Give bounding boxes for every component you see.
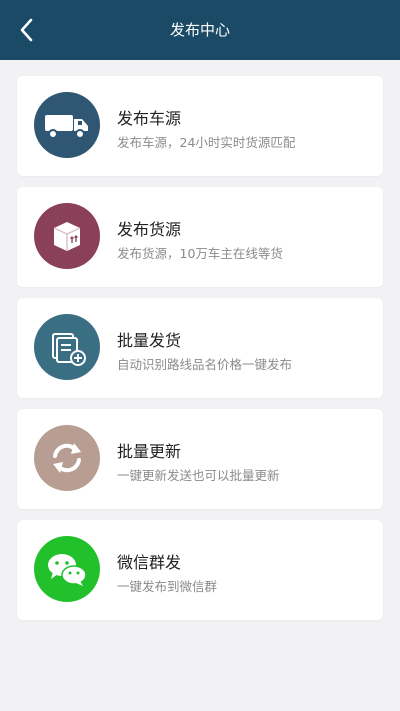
card-description: 一键更新发送也可以批量更新 <box>117 468 280 483</box>
card-description: 发布车源，24小时实时货源匹配 <box>117 135 296 150</box>
card-title: 发布车源 <box>117 109 182 128</box>
batch-ship-card[interactable]: 批量发货 自动识别路线品名价格一键发布 <box>17 298 383 398</box>
truck-icon <box>34 92 100 158</box>
document-add-icon <box>34 314 100 380</box>
card-title: 发布货源 <box>117 220 182 239</box>
box-icon <box>34 203 100 269</box>
card-description: 自动识别路线品名价格一键发布 <box>117 357 293 372</box>
refresh-icon <box>34 425 100 491</box>
card-title: 批量发货 <box>117 331 182 350</box>
page-title: 发布中心 <box>169 21 230 39</box>
publish-cargo-card[interactable]: 发布货源 发布货源，10万车主在线等货 <box>17 187 383 287</box>
top-navigation-bar: 发布中心 <box>0 0 400 60</box>
batch-update-card[interactable]: 批量更新 一键更新发送也可以批量更新 <box>17 409 383 509</box>
card-description: 发布货源，10万车主在线等货 <box>117 246 283 261</box>
publish-options-list: 发布车源 发布车源，24小时实时货源匹配 发布货源 发布货源，10万车主在线等货 <box>17 76 383 631</box>
card-title: 批量更新 <box>117 442 182 461</box>
publish-vehicle-card[interactable]: 发布车源 发布车源，24小时实时货源匹配 <box>17 76 383 176</box>
wechat-icon <box>34 536 100 602</box>
card-title: 微信群发 <box>117 553 182 572</box>
wechat-broadcast-card[interactable]: 微信群发 一键发布到微信群 <box>17 520 383 620</box>
card-description: 一键发布到微信群 <box>117 579 218 594</box>
